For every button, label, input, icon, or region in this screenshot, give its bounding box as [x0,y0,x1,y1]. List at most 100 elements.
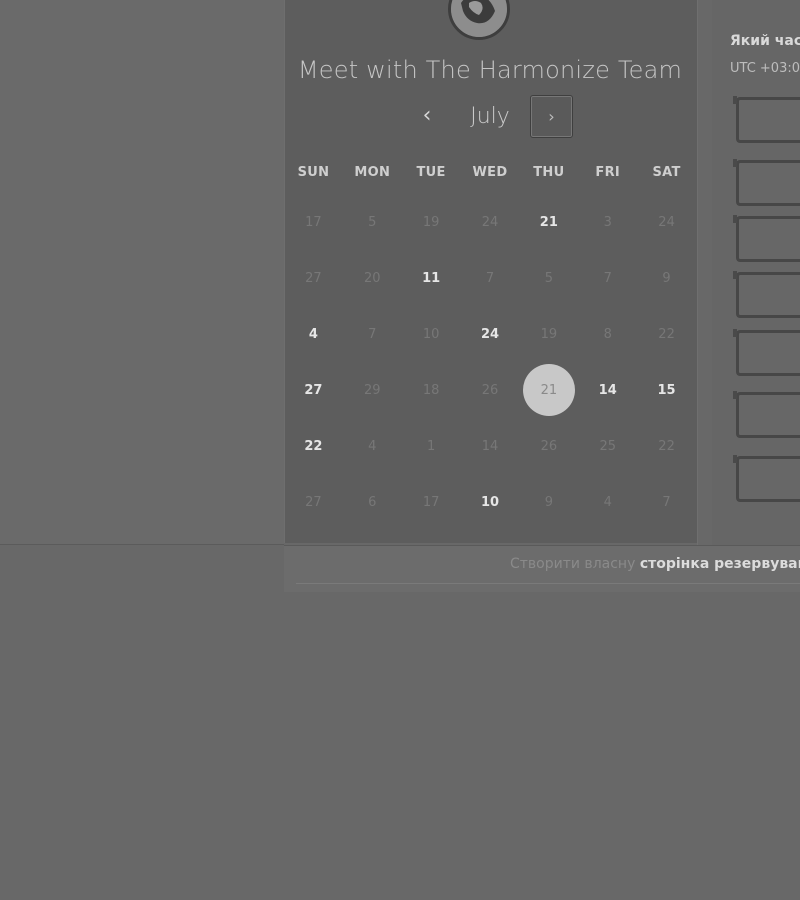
day-cell: 26 [461,362,520,418]
day-number: 20 [364,270,381,286]
calendar-grid: SUN MON TUE WED THU FRI SAT 17 5 19 24 21 3 24 27 20 11 7… [284,152,696,530]
available-day-cell[interactable]: 14 [578,362,637,418]
day-number: 22 [658,326,675,342]
day-cell: 29 [343,362,402,418]
day-number: 18 [422,382,440,398]
day-number: 26 [481,382,499,398]
day-number: 14 [598,382,617,398]
day-number: 4 [603,494,612,510]
day-cell: 26 [519,418,578,474]
timezone-question: Який час [730,33,800,49]
weekday-header: WED [472,165,508,180]
day-cell: 20 [343,250,402,306]
day-number: 17 [305,214,322,230]
month-label: July [470,104,510,129]
available-day-cell[interactable]: 10 [461,474,520,530]
day-number: 21 [522,364,575,416]
day-number: 19 [540,326,558,342]
day-number: 27 [305,494,322,510]
weekday-header: TUE [416,165,446,180]
day-number: 15 [657,382,676,398]
day-number: 27 [304,382,323,398]
day-cell: 10 [402,306,461,362]
day-number: 24 [658,214,675,230]
day-number: 21 [539,214,558,230]
day-cell: 7 [637,474,696,530]
day-cell: 5 [519,250,578,306]
available-day-cell[interactable]: 22 [284,418,343,474]
weekday-header: MON [354,165,391,180]
time-slot-button[interactable] [733,455,800,502]
time-slot-button[interactable] [733,215,800,262]
footer-link[interactable]: сторінка резервуванн [640,556,800,572]
day-number: 7 [603,270,612,286]
chevron-right-icon: › [548,107,555,126]
day-number: 9 [544,494,553,510]
time-slot-button[interactable] [733,271,800,318]
time-slot-button[interactable] [733,391,800,438]
day-cell: 3 [578,194,637,250]
day-number: 24 [480,326,500,342]
day-number: 22 [658,438,675,454]
weekday-header: SUN [297,165,330,180]
day-number: 10 [480,494,500,510]
weekday-header: SAT [652,165,681,180]
day-cell: 18 [402,362,461,418]
day-number: 19 [422,214,440,230]
booking-page: Meet with The Harmonize Team ‹ July › SU… [0,0,800,900]
day-number: 5 [544,270,553,286]
day-cell: 19 [402,194,461,250]
column-divider [697,0,712,545]
time-slot-button[interactable] [733,96,800,143]
available-day-cell[interactable]: 27 [284,362,343,418]
day-number: 7 [368,326,377,342]
day-number: 10 [422,326,440,342]
day-number: 4 [308,326,318,342]
day-number: 22 [304,438,323,454]
day-number: 11 [422,270,441,286]
day-number: 1 [426,438,436,454]
divider [0,544,284,545]
timezone-value[interactable]: UTC +03:0 [730,61,800,76]
available-day-cell[interactable]: 15 [637,362,696,418]
globe-icon [451,0,507,37]
day-cell: 17 [284,194,343,250]
day-number: 5 [368,214,377,230]
day-cell: 7 [343,306,402,362]
day-cell: 27 [284,474,343,530]
day-cell: 4 [578,474,637,530]
time-slot-button[interactable] [733,159,800,206]
day-cell: 5 [343,194,402,250]
weekday-header: FRI [595,165,621,180]
day-cell: 24 [637,194,696,250]
day-cell: 22 [637,306,696,362]
day-number: 6 [368,494,377,510]
weekday-header: THU [533,165,565,180]
footer-create-link[interactable]: Створити власну сторінка резервуванн [510,556,800,572]
day-cell: 7 [461,250,520,306]
available-day-cell[interactable]: 21 [519,194,578,250]
available-day-cell[interactable]: 24 [461,306,520,362]
day-cell: 22 [637,418,696,474]
day-number: 29 [364,382,381,398]
available-day-cell[interactable]: 4 [284,306,343,362]
day-cell: 9 [519,474,578,530]
prev-month-button[interactable]: ‹ [408,98,446,136]
day-number: 7 [662,494,671,510]
day-number: 25 [599,438,616,454]
day-cell: 9 [637,250,696,306]
day-cell: 7 [578,250,637,306]
day-cell: 14 [461,418,520,474]
selected-day-cell[interactable]: 21 [519,362,578,418]
day-number: 9 [662,270,671,286]
next-month-button[interactable]: › [530,95,573,138]
time-slot-button[interactable] [733,329,800,376]
day-cell: 6 [343,474,402,530]
day-cell: 1 [402,418,461,474]
available-day-cell[interactable]: 11 [402,250,461,306]
day-number: 26 [540,438,558,454]
day-number: 17 [422,494,440,510]
day-cell: 17 [402,474,461,530]
day-cell: 8 [578,306,637,362]
day-cell: 27 [284,250,343,306]
